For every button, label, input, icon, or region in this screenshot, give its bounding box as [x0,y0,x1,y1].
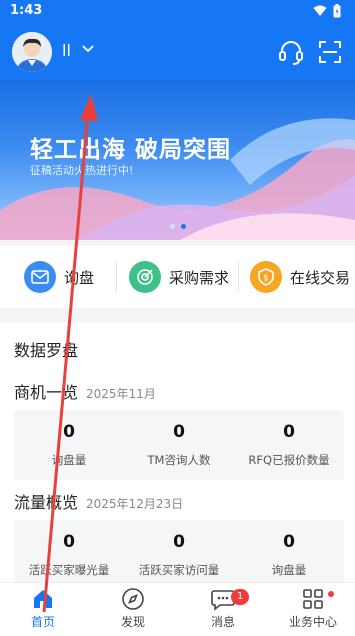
stat-label: RFQ已报价数量 [248,453,330,467]
headset-icon[interactable] [277,38,305,66]
message-badge: 1 [231,589,249,605]
traffic-stats: 0 活跃买家曝光量 0 活跃买家访问量 0 询盘量 [14,520,344,590]
tab-label: 首页 [30,615,55,629]
stat-tm-consultants[interactable]: 0 TM咨询人数 [124,410,234,468]
carousel-dot-active [181,224,186,229]
target-icon [129,261,161,293]
shield-dollar-icon: $ [250,261,282,293]
traffic-date: 2025年12月23日 [86,497,184,511]
quick-action-online-trade[interactable]: $ 在线交易 [250,260,350,294]
business-overview-title: 商机一览 2025年11月 [14,379,156,403]
tab-label: 消息 [210,615,235,629]
avatar[interactable] [12,32,52,72]
data-compass-panel: 数据罗盘 商机一览 2025年11月 0 询盘量 0 TM咨询人数 0 RFQ已报… [0,322,355,590]
traffic-title: 流量概览 [14,493,79,512]
stat-traffic-inquiries[interactable]: 0 询盘量 [234,520,344,578]
stat-value: 0 [283,422,295,442]
divider [238,262,239,292]
banner-title: 轻工出海 破局突围 [30,137,232,163]
quick-action-label: 在线交易 [290,268,351,287]
tab-label: 发现 [120,615,145,629]
bottom-tab-bar: 首页 发现 消息 1 业务中心 [0,582,355,636]
status-time: 1:43 [10,3,43,18]
user-name[interactable]: ll [62,41,71,60]
stat-value: 0 [173,422,185,442]
status-icons [313,4,341,18]
stat-inquiries[interactable]: 0 询盘量 [14,410,124,468]
section-title: 数据罗盘 [14,341,79,360]
home-icon [34,590,52,608]
scan-icon[interactable] [316,38,344,66]
stat-buyer-exposure[interactable]: 0 活跃买家曝光量 [14,520,124,578]
stat-value: 0 [63,422,75,442]
tab-label: 业务中心 [288,615,337,629]
svg-text:$: $ [263,274,269,284]
stat-value: 0 [173,532,185,552]
stat-value: 0 [283,532,295,552]
tab-messages[interactable]: 消息 1 [188,587,258,630]
battery-icon [333,4,341,18]
business-title: 商机一览 [14,383,79,402]
chevron-down-icon[interactable] [82,44,94,54]
quick-actions: 询盘 采购需求 $ 在线交易 [0,246,355,308]
avatar-image [12,32,52,72]
stat-buyer-visits[interactable]: 0 活跃买家访问量 [124,520,234,578]
stat-rfq-quoted[interactable]: 0 RFQ已报价数量 [234,410,344,468]
wifi-icon [313,5,327,16]
stat-label: 活跃买家访问量 [138,563,220,577]
quick-action-inquiry[interactable]: 询盘 [24,260,94,294]
stat-label: 询盘量 [51,453,87,467]
business-stats: 0 询盘量 0 TM咨询人数 0 RFQ已报价数量 [14,410,344,480]
promo-banner[interactable]: 轻工出海 破局突围 征稿活动火热进行中! [0,80,355,240]
compass-icon [122,588,144,610]
notification-dot [328,591,334,597]
stat-label: 活跃买家曝光量 [28,563,110,577]
envelope-icon [24,261,56,293]
stat-label: TM咨询人数 [147,453,211,467]
carousel-dots [170,224,186,229]
app-header: ll [0,24,355,80]
tab-home[interactable]: 首页 [8,587,78,630]
quick-action-label: 询盘 [64,268,95,287]
quick-action-purchase-demand[interactable]: 采购需求 [129,260,229,294]
stat-value: 0 [63,532,75,552]
tab-business-center[interactable]: 业务中心 [278,587,348,630]
traffic-overview-title: 流量概览 2025年12月23日 [14,489,183,513]
status-bar: 1:43 [0,0,355,24]
tab-discover[interactable]: 发现 [98,587,168,630]
grid-icon [303,589,323,609]
quick-action-label: 采购需求 [169,268,230,287]
stat-label: 询盘量 [271,563,307,577]
business-date: 2025年11月 [86,387,156,401]
divider [116,262,117,292]
banner-subtitle: 征稿活动火热进行中! [30,164,134,177]
carousel-dot [170,224,175,229]
